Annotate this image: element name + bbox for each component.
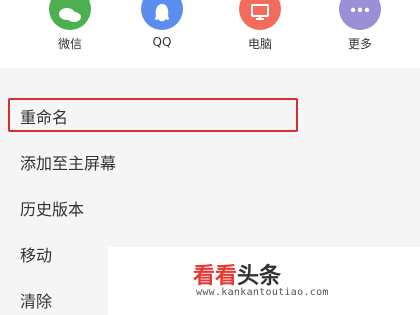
menu-item-history[interactable]: 历史版本 <box>20 196 84 220</box>
menu-item-clear[interactable]: 清除 <box>20 288 52 312</box>
monitor-icon <box>239 0 281 30</box>
share-panel: 微信 QQ 电脑 更多 <box>0 0 420 68</box>
wechat-icon <box>49 0 91 30</box>
watermark-title-part2: 头条 <box>237 264 282 289</box>
share-wechat-label: 微信 <box>57 37 82 51</box>
menu-item-rename[interactable]: 重命名 <box>20 104 68 128</box>
share-qq-button[interactable]: QQ <box>132 0 192 68</box>
more-icon <box>339 0 381 30</box>
watermark-banner: 看看头条 www.kankantoutiao.com <box>108 247 420 315</box>
share-more-button[interactable]: 更多 <box>330 0 390 68</box>
share-wechat-button[interactable]: 微信 <box>40 0 100 68</box>
share-more-label: 更多 <box>347 37 372 51</box>
menu-item-move[interactable]: 移动 <box>20 242 52 266</box>
menu-item-add-to-home[interactable]: 添加至主屏幕 <box>20 150 116 174</box>
share-computer-button[interactable]: 电脑 <box>230 0 290 68</box>
qq-icon <box>141 0 183 30</box>
watermark-url: www.kankantoutiao.com <box>196 287 329 298</box>
watermark-title: 看看头条 <box>193 258 281 290</box>
share-qq-label: QQ <box>152 35 172 49</box>
watermark-title-part1: 看看 <box>193 264 238 289</box>
share-computer-label: 电脑 <box>247 37 272 51</box>
